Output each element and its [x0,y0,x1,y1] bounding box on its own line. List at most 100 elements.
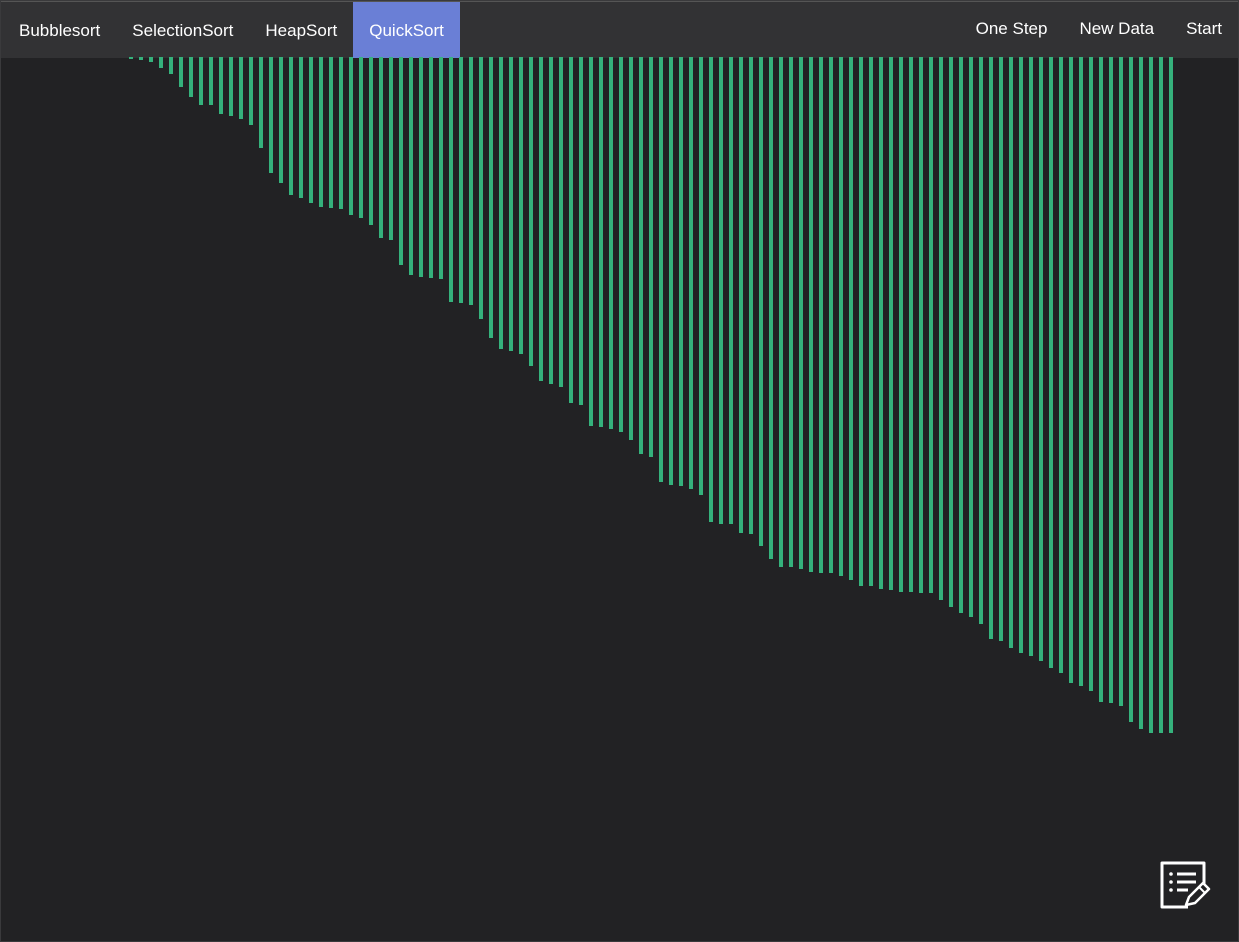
sort-bar [469,57,473,305]
sort-bar [579,57,583,405]
sort-bar [1099,57,1103,702]
sort-bar [569,57,573,403]
sort-bar [1009,57,1013,648]
sort-bar [769,57,773,559]
sort-bar [159,57,163,68]
action-buttons: One Step New Data Start [960,2,1238,58]
sort-bar [1129,57,1133,722]
tab-heapsort[interactable]: HeapSort [249,2,353,58]
sort-bar [169,57,173,74]
sort-bar [289,57,293,195]
sort-bar [679,57,683,486]
sort-bar [299,57,303,198]
sort-bar [359,57,363,218]
sort-bar [379,57,383,238]
sort-bar [1089,57,1093,691]
sort-bar [1039,57,1043,661]
sort-bar [899,57,903,592]
sort-bar [509,57,513,351]
sort-bar [389,57,393,240]
sort-bar [639,57,643,454]
sort-bar [249,57,253,125]
sort-bar [589,57,593,426]
tab-bubblesort[interactable]: Bubblesort [3,2,116,58]
sort-bar [809,57,813,572]
sort-bar [549,57,553,384]
one-step-button[interactable]: One Step [960,2,1064,58]
sort-bar [699,57,703,495]
sort-bar [1029,57,1033,656]
sort-bar [929,57,933,593]
sort-bar [709,57,713,522]
sort-bar [779,57,783,567]
sort-bar [179,57,183,87]
sort-bar [669,57,673,485]
sort-bar [949,57,953,607]
sort-bar [439,57,443,279]
sort-bar [759,57,763,546]
sort-bar [309,57,313,203]
sort-bar [1169,57,1173,733]
sort-bar [939,57,943,600]
tab-selectionsort[interactable]: SelectionSort [116,2,249,58]
sort-bar [539,57,543,381]
sort-bar [919,57,923,593]
sort-bar [1079,57,1083,686]
sort-bar [1019,57,1023,653]
sort-bar [479,57,483,319]
sort-bar [1149,57,1153,733]
sort-bar [659,57,663,482]
algorithm-tabs: Bubblesort SelectionSort HeapSort QuickS… [3,2,460,58]
sort-bar [419,57,423,277]
sort-bar [649,57,653,457]
sort-bar [839,57,843,576]
sort-bar [399,57,403,265]
sort-bar [519,57,523,354]
sort-bar [199,57,203,105]
sort-bar [409,57,413,275]
sort-bar [829,57,833,573]
app-window: Bubblesort SelectionSort HeapSort QuickS… [0,0,1239,942]
sort-bar [279,57,283,183]
sort-bar [609,57,613,429]
sort-bar [859,57,863,586]
sort-bar [739,57,743,533]
sort-bar [149,57,153,62]
tab-quicksort[interactable]: QuickSort [353,2,460,58]
sort-bar [689,57,693,489]
sort-bar [879,57,883,589]
sort-bar [499,57,503,349]
sort-bar [339,57,343,209]
notes-edit-icon[interactable] [1158,859,1212,913]
sort-bar [459,57,463,303]
sort-bar [599,57,603,427]
sort-bar [819,57,823,573]
sort-bar [849,57,853,580]
sort-bar [269,57,273,173]
new-data-button[interactable]: New Data [1063,2,1170,58]
top-navbar: Bubblesort SelectionSort HeapSort QuickS… [1,1,1238,58]
sort-bar [1059,57,1063,673]
sort-bar [259,57,263,148]
sort-bar [529,57,533,366]
sort-bar [629,57,633,440]
sort-bar [789,57,793,567]
sort-bar [979,57,983,624]
sort-bar [369,57,373,225]
sort-bar [489,57,493,338]
sort-bar [999,57,1003,641]
sort-bar [719,57,723,524]
sort-bar [1139,57,1143,729]
sort-bar [129,57,133,59]
sort-bar [969,57,973,617]
sort-bar [1069,57,1073,683]
sort-bar [189,57,193,97]
sort-bar [1049,57,1053,668]
sort-bar [139,57,143,60]
sort-bar [449,57,453,302]
sort-bar [1109,57,1113,703]
start-button[interactable]: Start [1170,2,1238,58]
sort-bar [889,57,893,590]
sort-visualization [1,57,1238,757]
sort-bar [959,57,963,613]
